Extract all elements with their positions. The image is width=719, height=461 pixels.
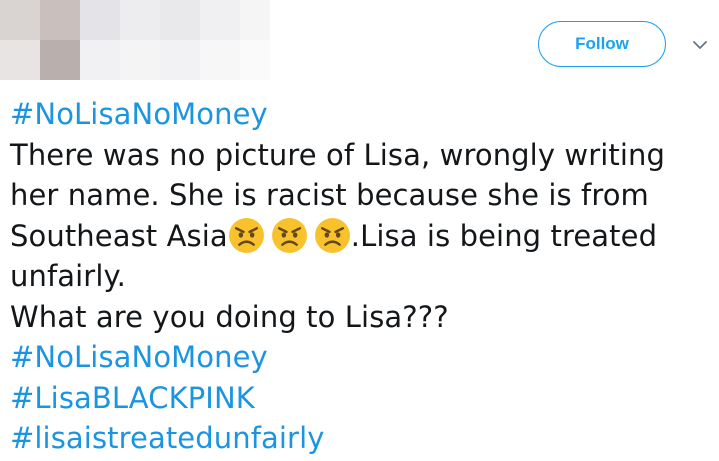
tweet-text-line-emoji: Southeast Asia .Lisa is being treated <box>10 216 710 257</box>
follow-button-label: Follow <box>575 34 629 53</box>
tweet-text-line: There was no picture of Lisa, wrongly wr… <box>10 137 666 172</box>
follow-button[interactable]: Follow <box>538 21 666 67</box>
tweet-text-line: What are you doing to Lisa??? <box>10 299 449 334</box>
hashtag-link[interactable]: #LisaBLACKPINK <box>10 381 255 415</box>
tweet-text-line: unfairly. <box>10 259 126 293</box>
angry-face-icon <box>271 217 307 253</box>
hashtag-link[interactable]: #NoLisaNoMoney <box>10 97 268 131</box>
hashtag-link[interactable]: #NoLisaNoMoney <box>10 340 268 374</box>
chevron-down-icon[interactable] <box>690 37 710 53</box>
blurred-profile-header <box>0 0 270 80</box>
angry-face-icon <box>228 217 264 253</box>
hashtag-link[interactable]: #lisaistreatedunfairly <box>10 421 325 455</box>
tweet-text-segment: .Lisa is being treated <box>350 218 658 253</box>
tweet-text-segment: Southeast Asia <box>10 218 228 253</box>
angry-face-icon <box>314 217 350 253</box>
tweet-text-line: her name. She is racist because she is f… <box>10 178 649 212</box>
tweet-text: #NoLisaNoMoney There was no picture of L… <box>10 94 710 459</box>
